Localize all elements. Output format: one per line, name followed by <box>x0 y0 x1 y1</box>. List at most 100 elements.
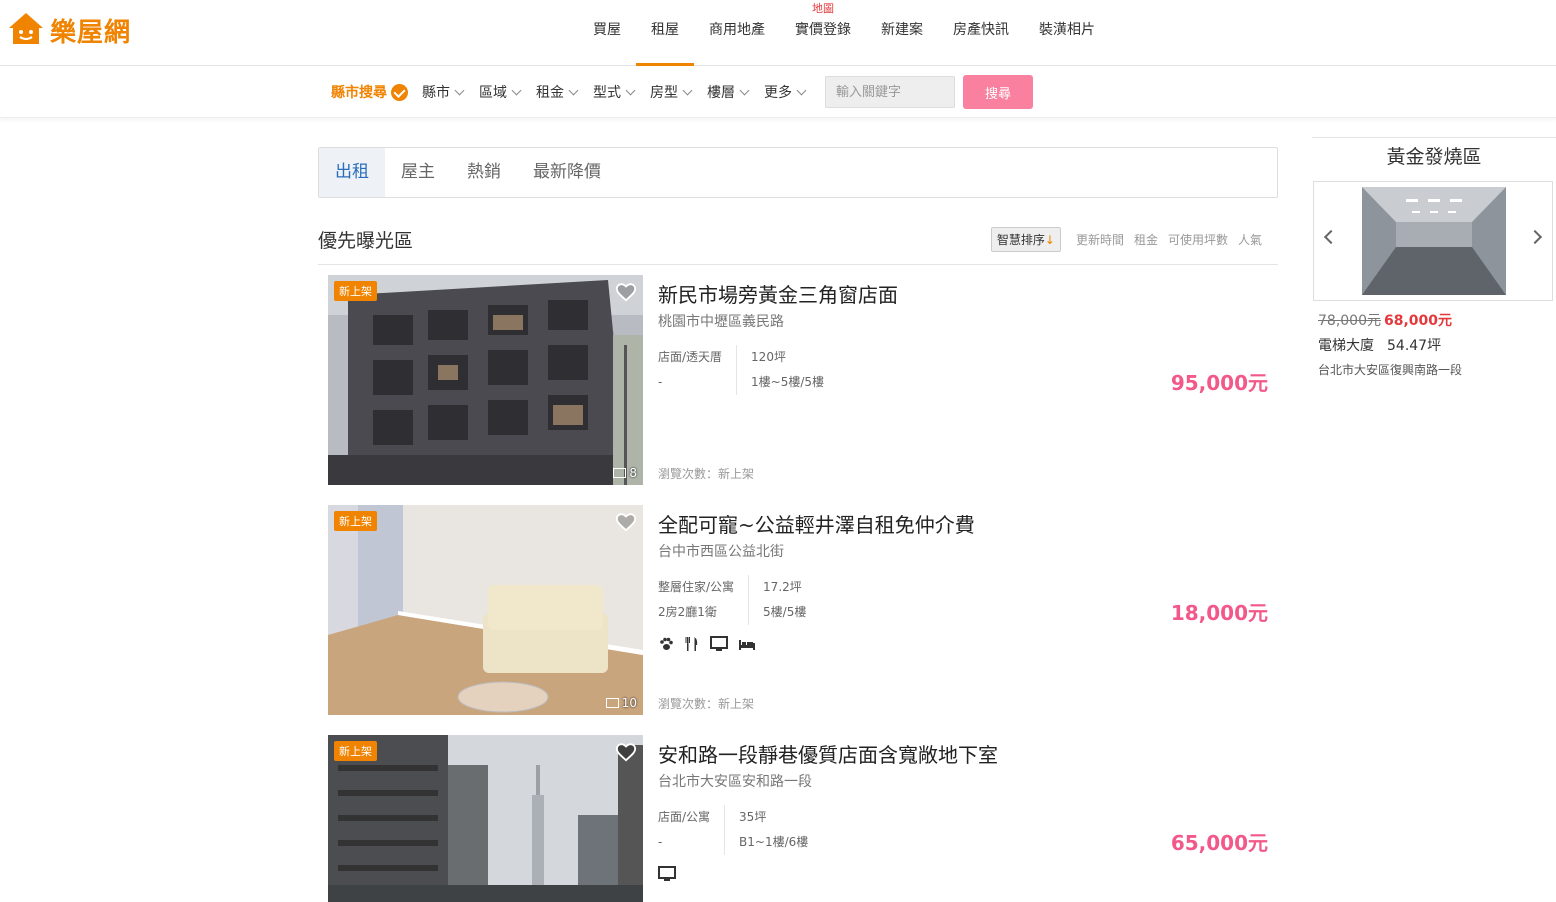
listing-price: 18,000元 <box>1170 601 1268 625</box>
listing-area: 17.2坪 <box>763 580 802 594</box>
heart-icon[interactable] <box>615 511 637 533</box>
nav-label: 實價登錄 <box>795 22 851 38</box>
sidebar-old-price: 78,000元 <box>1318 313 1381 329</box>
new-listing-badge: 新上架 <box>334 741 377 761</box>
site-logo[interactable]: 樂屋網 <box>6 10 131 50</box>
nav-label: 買屋 <box>593 22 621 38</box>
amenities <box>658 866 686 882</box>
utensils-icon <box>685 637 698 651</box>
listing-title[interactable]: 安和路一段靜巷優質店面含寬敞地下室 <box>658 739 998 768</box>
sidebar-title: 黃金發燒區 <box>1386 146 1482 168</box>
listing-price: 95,000元 <box>1170 371 1268 395</box>
tab-hot[interactable]: 熱銷 <box>451 148 517 197</box>
main-nav: 買屋 租屋 商用地產 地圖 實價登錄 新建案 房產快訊 裝潢相片 <box>578 0 1110 66</box>
tv-icon <box>710 636 728 651</box>
filter-city[interactable]: 縣市 <box>422 82 465 102</box>
sort-bar: 智慧排序↓ 更新時間 租金 可使用坪數 人氣 <box>990 227 1262 252</box>
chevron-left-icon[interactable] <box>1323 229 1339 245</box>
nav-buy[interactable]: 買屋 <box>578 0 636 66</box>
filter-bar: 縣市搜尋 縣市 區域 租金 型式 房型 樓層 更多 搜尋 <box>0 66 1556 118</box>
photo-count: 10 <box>605 696 637 710</box>
search-button[interactable]: 搜尋 <box>963 75 1033 109</box>
hot-zone-sidebar: 黃金發燒區 78,000元 68,000元 電梯大廈 54.47坪 台北市大安區… <box>1312 137 1556 397</box>
listing-floor: B1~1樓/6樓 <box>739 835 809 849</box>
filter-label: 房型 <box>650 85 678 101</box>
nav-news[interactable]: 房產快訊 <box>938 0 1024 66</box>
nav-decor-photos[interactable]: 裝潢相片 <box>1024 0 1110 66</box>
tab-rent[interactable]: 出租 <box>319 148 385 197</box>
tab-owner[interactable]: 屋主 <box>385 148 451 197</box>
interior-photo <box>328 505 643 715</box>
filter-floor[interactable]: 樓層 <box>707 82 750 102</box>
listing-card[interactable]: 新上架 10 全配可寵~公益輕井澤自租免仲介費 台中市西區公益北街 整層住家/公… <box>328 505 1278 715</box>
sidebar-photo[interactable] <box>1362 187 1506 295</box>
sidebar-carousel[interactable] <box>1313 181 1553 301</box>
nav-commercial[interactable]: 商用地產 <box>694 0 780 66</box>
nav-new-projects[interactable]: 新建案 <box>866 0 938 66</box>
listing-title[interactable]: 新民市場旁黃金三角窗店面 <box>658 279 898 308</box>
listing-type: 店面/公寓 <box>658 810 711 824</box>
listing-photo[interactable]: 新上架 <box>328 735 643 902</box>
sidebar-address[interactable]: 台北市大安區復興南路一段 <box>1318 361 1462 378</box>
building-photo <box>328 275 643 485</box>
listing-floor: 5樓/5樓 <box>763 605 807 619</box>
heart-icon[interactable] <box>615 741 637 763</box>
bed-icon <box>739 640 755 650</box>
heart-icon[interactable] <box>615 281 637 303</box>
city-search-toggle[interactable]: 縣市搜尋 <box>331 82 408 102</box>
listing-type: 店面/透天厝 <box>658 350 723 364</box>
top-navigation-bar: 樂屋網 買屋 租屋 商用地產 地圖 實價登錄 新建案 房產快訊 裝潢相片 <box>0 0 1556 66</box>
filter-district[interactable]: 區域 <box>479 82 522 102</box>
listing-title[interactable]: 全配可寵~公益輕井澤自租免仲介費 <box>658 509 975 538</box>
listing-photo[interactable]: 新上架 8 <box>328 275 643 485</box>
chevron-down-icon <box>682 85 693 95</box>
chevron-down-icon <box>454 85 465 95</box>
photo-count-value: 8 <box>629 466 637 480</box>
filter-label: 更多 <box>764 85 792 101</box>
chevron-right-icon[interactable] <box>1527 229 1543 245</box>
paw-icon <box>660 637 673 650</box>
chevron-down-icon <box>511 85 522 95</box>
filter-label: 區域 <box>479 85 507 101</box>
listing-tabs: 出租 屋主 熱銷 最新降價 <box>318 147 1278 198</box>
listing-views: 瀏覽次數：新上架 <box>658 697 755 711</box>
listing-area: 120坪 <box>751 350 786 364</box>
filter-rent[interactable]: 租金 <box>536 82 579 102</box>
listing-rooms: - <box>658 835 663 849</box>
sort-usable-area[interactable]: 可使用坪數 <box>1168 231 1228 248</box>
filter-room-type[interactable]: 房型 <box>650 82 693 102</box>
listing-price: 65,000元 <box>1170 831 1268 855</box>
listing-info: 整層住家/公寓 2房2廳1衛 17.2坪 5樓/5樓 <box>658 575 820 625</box>
nav-price-registry[interactable]: 地圖 實價登錄 <box>780 0 866 66</box>
listing-card[interactable]: 新上架 安和路一段靜巷優質店面含寬敞地下室 台北市大安區安和路一段 店面/公寓 -… <box>328 735 1278 902</box>
nav-rent[interactable]: 租屋 <box>636 0 694 66</box>
nav-label: 新建案 <box>881 22 923 38</box>
chevron-down-icon <box>739 85 750 95</box>
nav-label: 商用地產 <box>709 22 765 38</box>
sort-popularity[interactable]: 人氣 <box>1238 231 1262 248</box>
sort-update-time[interactable]: 更新時間 <box>1076 231 1124 248</box>
sort-label: 智慧排序 <box>996 233 1045 247</box>
listing-photo[interactable]: 新上架 10 <box>328 505 643 715</box>
tv-icon <box>658 866 676 881</box>
listing-info: 店面/透天厝 - 120坪 1樓~5樓/5樓 <box>658 345 838 395</box>
listing-info: 店面/公寓 - 35坪 B1~1樓/6樓 <box>658 805 822 855</box>
filter-more[interactable]: 更多 <box>764 82 807 102</box>
nav-label: 租屋 <box>651 22 679 38</box>
sort-smart[interactable]: 智慧排序↓ <box>990 227 1061 252</box>
sidebar-new-price: 68,000元 <box>1384 313 1453 329</box>
keyword-input[interactable] <box>825 76 955 108</box>
photo-count-value: 10 <box>621 696 637 710</box>
filter-label: 租金 <box>536 85 564 101</box>
filter-label: 縣市 <box>422 85 450 101</box>
listing-rooms: 2房2廳1衛 <box>658 605 717 619</box>
arrow-down-icon: ↓ <box>1044 233 1055 247</box>
listing-card[interactable]: 新上架 8 新民市場旁黃金三角窗店面 桃園市中壢區義民路 店面/透天厝 - 120… <box>328 275 1278 485</box>
sort-rent[interactable]: 租金 <box>1134 231 1158 248</box>
tab-price-drop[interactable]: 最新降價 <box>517 148 617 197</box>
filter-building-type[interactable]: 型式 <box>593 82 636 102</box>
amenities <box>658 636 766 652</box>
listing-type: 整層住家/公寓 <box>658 580 735 594</box>
new-listing-badge: 新上架 <box>334 281 377 301</box>
filter-label: 樓層 <box>707 85 735 101</box>
